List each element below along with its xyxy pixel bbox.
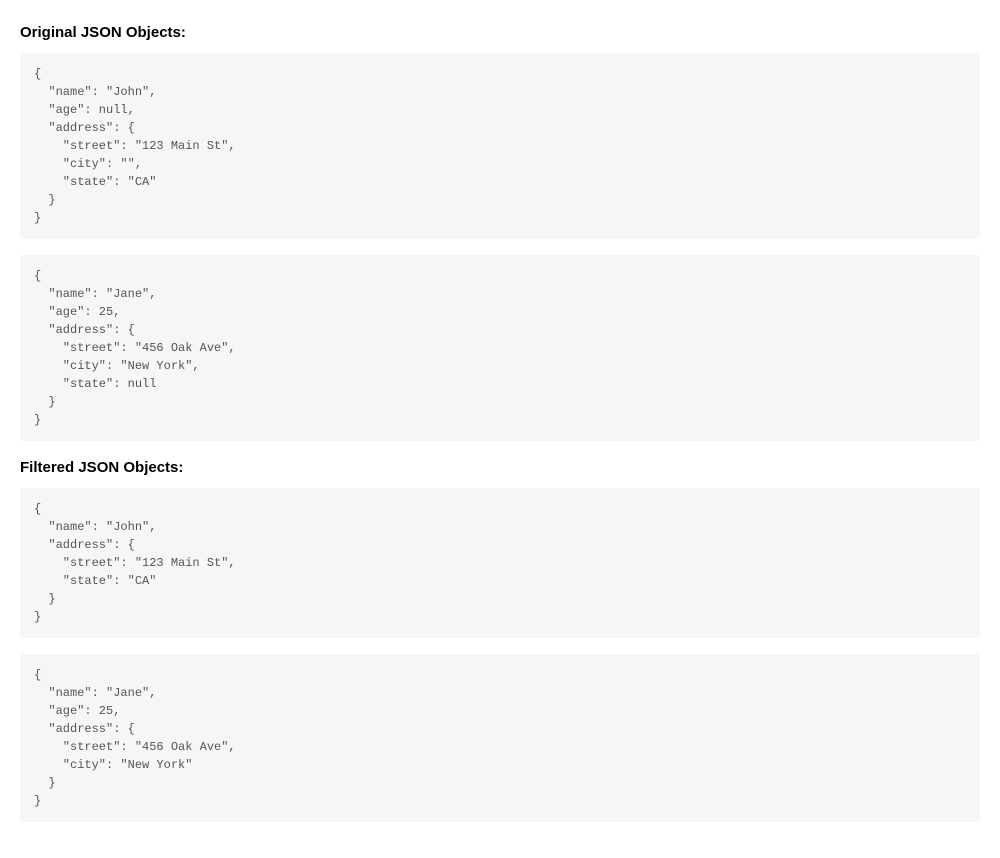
code-block-filtered-1: { "name": "John", "address": { "street":… [20,488,980,638]
heading-filtered: Filtered JSON Objects: [20,459,980,476]
code-block-original-1: { "name": "John", "age": null, "address"… [20,53,980,239]
code-block-original-2: { "name": "Jane", "age": 25, "address": … [20,255,980,441]
code-block-filtered-2: { "name": "Jane", "age": 25, "address": … [20,654,980,822]
heading-original: Original JSON Objects: [20,24,980,41]
